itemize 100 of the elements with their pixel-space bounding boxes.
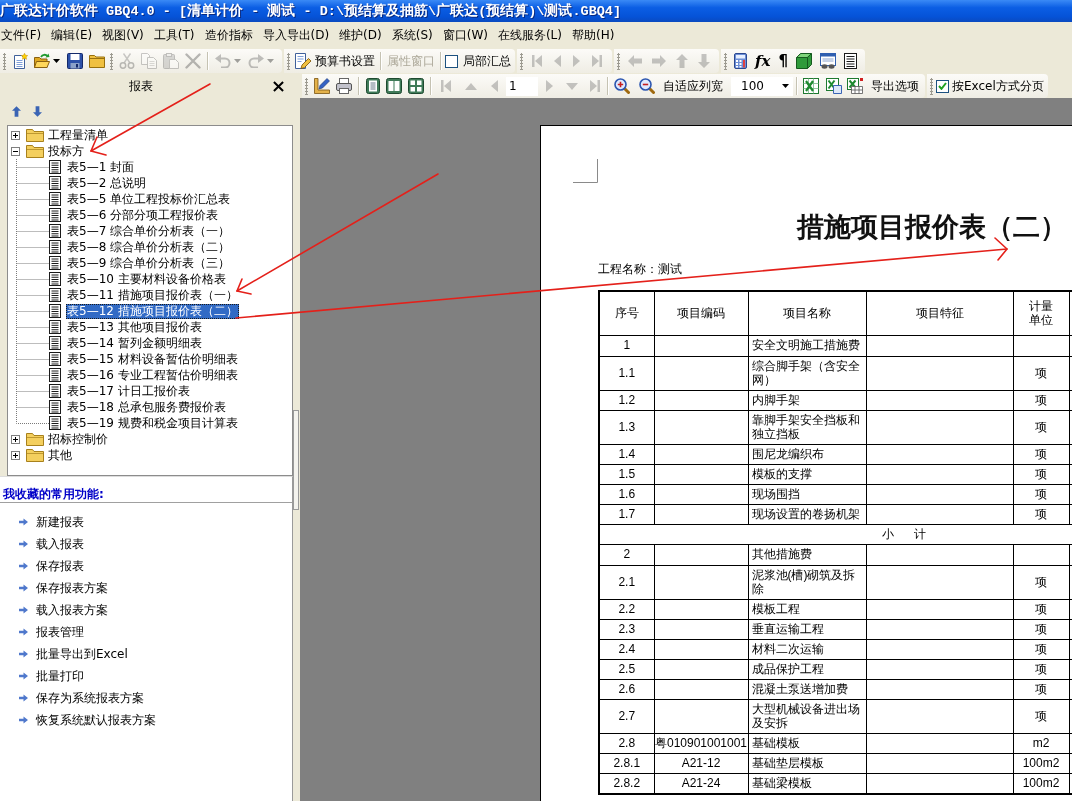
plus-box-icon[interactable] — [11, 434, 20, 444]
tree-item[interactable]: 表5—14 暂列金额明细表 — [66, 335, 203, 351]
table-cell: 项 — [1013, 390, 1069, 410]
function-button[interactable]: fx — [752, 53, 774, 69]
menu-item[interactable]: 帮助(H) — [567, 25, 620, 45]
menu-item[interactable]: 造价指标 — [199, 25, 258, 45]
spreadsheet-icon[interactable] — [803, 78, 819, 94]
toolbar-button[interactable]: 预算书设置 — [293, 50, 377, 72]
zoom-in-icon[interactable] — [614, 78, 630, 94]
spreadsheet-grid-icon[interactable] — [847, 78, 863, 94]
table-cell: 其他措施费 — [748, 544, 866, 565]
folder-icon[interactable] — [89, 53, 105, 69]
tree-item[interactable]: 表5—8 综合单价分析表（二） — [66, 239, 232, 255]
list-icon[interactable] — [843, 53, 857, 69]
menu-item[interactable]: 在线服务(L) — [492, 25, 567, 45]
favorite-link[interactable]: 报表管理 — [36, 623, 84, 641]
menu-item[interactable]: 窗口(W) — [437, 25, 493, 45]
arrow-right-icon — [19, 650, 28, 658]
tree-item[interactable]: 表5—13 其他项目报价表 — [66, 319, 203, 335]
four-page-icon[interactable] — [408, 78, 424, 94]
tree-item[interactable]: 其他 — [47, 447, 73, 463]
caret-icon[interactable] — [53, 59, 60, 63]
favorite-link[interactable]: 载入报表方案 — [36, 601, 108, 619]
tree-item[interactable]: 表5—9 综合单价分析表（三） — [66, 255, 232, 271]
close-icon[interactable] — [273, 80, 284, 92]
tree-item[interactable]: 表5—17 计日工报价表 — [66, 383, 191, 399]
calculator-icon[interactable] — [734, 53, 747, 69]
menu-item[interactable]: 工具(T) — [148, 25, 200, 45]
tree-item[interactable]: 表5—18 总承包服务费报价表 — [66, 399, 227, 415]
favorite-link[interactable]: 批量导出到Excel — [36, 645, 128, 663]
tree-item[interactable]: 工程量清单 — [47, 127, 109, 143]
down-arrow-icon[interactable] — [33, 106, 42, 117]
table-cell: 2.3 — [599, 619, 654, 639]
open-folder-icon[interactable] — [34, 53, 50, 69]
table-cell: 安全文明施工措施费 — [748, 335, 866, 356]
minus-box-icon[interactable] — [11, 146, 20, 156]
checkbox-label[interactable]: 按Excel方式分页 — [952, 77, 1044, 95]
cube-icon[interactable] — [795, 53, 812, 69]
toolbar-button[interactable]: 导出选项 — [869, 75, 921, 97]
zoom-out-icon[interactable] — [639, 78, 655, 94]
caret-icon[interactable] — [782, 84, 789, 88]
tree-item[interactable]: 表5—19 规费和税金项目计算表 — [66, 415, 239, 431]
page-field[interactable]: 1 — [506, 76, 538, 96]
favorite-link[interactable]: 新建报表 — [36, 513, 84, 531]
plus-box-icon[interactable] — [11, 450, 20, 460]
toolbar-button[interactable]: 自适应列宽 — [661, 75, 725, 97]
tree-item[interactable]: 招标控制价 — [47, 431, 109, 447]
table-cell: 2.6 — [599, 679, 654, 699]
menu-item[interactable]: 导入导出(D) — [257, 25, 335, 45]
tree-item[interactable]: 表5—10 主要材料设备价格表 — [66, 271, 227, 287]
tree-item[interactable]: 投标方 — [47, 143, 85, 159]
save-icon[interactable] — [67, 53, 83, 69]
favorite-link[interactable]: 批量打印 — [36, 667, 84, 685]
column-header: 计量单位 — [1013, 291, 1069, 335]
table-cell: 2 — [599, 544, 654, 565]
checkbox[interactable] — [445, 54, 458, 68]
tree-line — [16, 159, 49, 175]
menu-item[interactable]: 维护(D) — [334, 25, 387, 45]
table-cell: 综合脚手架（含安全网） — [748, 356, 866, 390]
checkbox[interactable] — [936, 79, 949, 93]
tree-item[interactable]: 表5—15 材料设备暂估价明细表 — [66, 351, 239, 367]
table-cell: 项 — [1013, 659, 1069, 679]
tree-item[interactable]: 表5—16 专业工程暂估价明细表 — [66, 367, 239, 383]
favorite-link[interactable]: 载入报表 — [36, 535, 84, 553]
table-cell: 1.1 — [599, 356, 654, 390]
favorite-link[interactable]: 保存报表 — [36, 557, 84, 575]
tree-item[interactable]: 表5—1 封面 — [66, 159, 136, 175]
scrollbar-thumb[interactable] — [293, 410, 299, 510]
table-cell: 项 — [1013, 356, 1069, 390]
printer-icon[interactable] — [336, 78, 352, 94]
tree-item[interactable]: 表5—2 总说明 — [66, 175, 148, 191]
single-page-icon[interactable] — [366, 78, 380, 94]
tree-item[interactable]: 表5—12 措施项目报价表（二） — [66, 303, 239, 319]
favorite-link[interactable]: 恢复系统默认报表方案 — [36, 711, 156, 729]
menu-item[interactable]: 文件(F) — [0, 25, 47, 45]
two-page-icon[interactable] — [386, 78, 402, 94]
tree-item[interactable]: 表5—7 综合单价分析表（一） — [66, 223, 232, 239]
pilcrow-button[interactable]: ¶ — [775, 53, 791, 69]
window-title: 广联达计价软件 GBQ4.0 - [清单计价 - 测试 - D:\预结算及抽筋\广联达(预结算)\测试.GBQ4] — [0, 2, 622, 20]
up-arrow-icon[interactable] — [12, 106, 21, 117]
menu-item[interactable]: 视图(V) — [97, 25, 149, 45]
menu-item[interactable]: 系统(S) — [386, 25, 438, 45]
tree-item[interactable]: 表5—6 分部分项工程报价表 — [66, 207, 220, 223]
window-icon[interactable] — [819, 53, 836, 69]
new-document-icon[interactable] — [12, 53, 28, 69]
favorite-link[interactable]: 保存为系统报表方案 — [36, 689, 144, 707]
arrow-right-icon — [19, 606, 28, 614]
spreadsheet-page-icon[interactable] — [826, 78, 842, 94]
menu-item[interactable]: 编辑(E) — [46, 25, 98, 45]
zoom-combo[interactable]: 100 — [731, 76, 793, 96]
favorite-link[interactable]: 保存报表方案 — [36, 579, 108, 597]
ruler-pencil-icon[interactable] — [314, 78, 330, 94]
corner-mark-icon — [573, 159, 598, 183]
report-icon — [49, 224, 61, 238]
checkbox-label[interactable]: 局部汇总 — [463, 52, 511, 70]
table-cell: 粤010901001001 — [654, 733, 748, 753]
tree-item[interactable]: 表5—11 措施项目报价表（一） — [66, 287, 239, 303]
plus-box-icon[interactable] — [11, 130, 20, 140]
tree-item[interactable]: 表5—5 单位工程投标价汇总表 — [66, 191, 232, 207]
table-cell: 2.8 — [599, 733, 654, 753]
